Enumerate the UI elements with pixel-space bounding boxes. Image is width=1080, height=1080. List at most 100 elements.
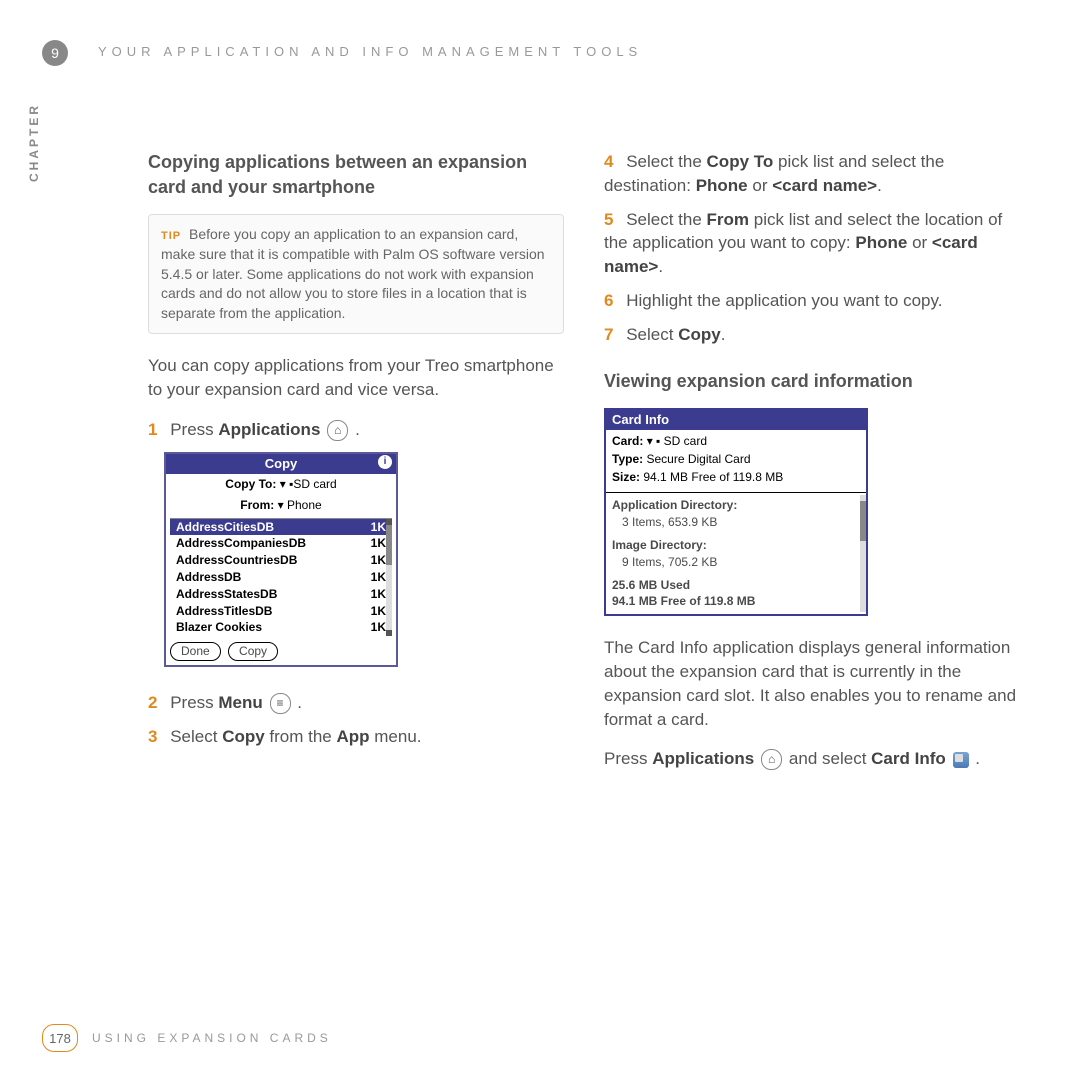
list-item[interactable]: AddressCitiesDB1K [170, 519, 392, 536]
type-value: Secure Digital Card [646, 452, 750, 466]
step-text: menu. [370, 727, 422, 746]
list-item[interactable]: AddressCountriesDB1K [170, 552, 392, 569]
copy-button[interactable]: Copy [228, 642, 278, 661]
step-text: . [658, 257, 663, 276]
step-text: Select the [626, 210, 706, 229]
step-3: 3 Select Copy from the App menu. [148, 725, 564, 749]
step-bold: Menu [218, 693, 262, 712]
card-info-directories: Application Directory: 3 Items, 653.9 KB… [606, 492, 866, 614]
chapter-title: YOUR APPLICATION AND INFO MANAGEMENT TOO… [98, 44, 642, 59]
card-info-dialog: Card Info Card: ▾ ▪ SD card Type: Secure… [604, 408, 868, 616]
step-text: Select the [626, 152, 706, 171]
type-label: Type: [612, 452, 643, 466]
copy-to-picklist[interactable]: ▾ ▪SD card [280, 477, 337, 491]
card-info-icon [953, 752, 969, 768]
step-4: 4 Select the Copy To pick list and selec… [604, 150, 1020, 198]
chapter-label: CHAPTER [27, 103, 41, 182]
step-text: Press [170, 693, 218, 712]
step-text: . [721, 325, 726, 344]
step-bold: Copy [222, 727, 265, 746]
step-bold: From [707, 210, 750, 229]
step-5: 5 Select the From pick list and select t… [604, 208, 1020, 279]
step-bold: Applications [652, 749, 754, 768]
step-bold: <card name> [772, 176, 877, 195]
step-bold: Applications [218, 420, 320, 439]
step-text: from the [265, 727, 337, 746]
dialog-title: Copy [265, 456, 298, 471]
chapter-number-badge: 9 [42, 40, 68, 66]
copy-to-label: Copy To: [225, 477, 276, 491]
step-6: 6 Highlight the application you want to … [604, 289, 1020, 313]
dialog-buttons: Done Copy [166, 638, 396, 665]
list-item[interactable]: Blazer Cookies1K [170, 619, 392, 636]
step-text: or [748, 176, 773, 195]
from-label: From: [240, 498, 274, 512]
page-footer: 178 USING EXPANSION CARDS [42, 1024, 332, 1052]
section-heading-copying: Copying applications between an expansio… [148, 150, 564, 200]
step-number: 7 [604, 325, 613, 344]
right-column: 4 Select the Copy To pick list and selec… [604, 150, 1020, 1020]
step-1: 1 Press Applications ⌂ . [148, 418, 564, 442]
copy-to-row: Copy To: ▾ ▪SD card [166, 474, 396, 495]
step-bold: Card Info [871, 749, 946, 768]
step-bold: Copy [678, 325, 721, 344]
scroll-down-icon[interactable] [386, 630, 392, 636]
step-text: . [877, 176, 882, 195]
tip-text: Before you copy an application to an exp… [161, 226, 545, 320]
size-value: 94.1 MB Free of 119.8 MB [643, 470, 783, 484]
card-value: SD card [664, 434, 707, 448]
list-item[interactable]: AddressCompaniesDB1K [170, 535, 392, 552]
tip-box: TIP Before you copy an application to an… [148, 214, 564, 334]
card-picklist[interactable]: ▾ ▪ SD card [647, 434, 707, 448]
list-item[interactable]: AddressTitlesDB1K [170, 603, 392, 620]
step-text: and select [789, 749, 871, 768]
step-number: 4 [604, 152, 613, 171]
app-list[interactable]: AddressCitiesDB1KAddressCompaniesDB1KAdd… [170, 518, 392, 637]
press-applications-line: Press Applications ⌂ and select Card Inf… [604, 747, 1020, 771]
step-bold: Copy To [707, 152, 774, 171]
scroll-thumb[interactable] [386, 525, 392, 565]
step-7: 7 Select Copy. [604, 323, 1020, 347]
copy-to-value: SD card [293, 477, 336, 491]
step-bold: Phone [855, 233, 907, 252]
dialog-title: Card Info [606, 410, 866, 430]
info-icon[interactable]: i [378, 455, 392, 469]
scrollbar[interactable] [860, 495, 866, 612]
imgdir-value: 9 Items, 705.2 KB [612, 554, 860, 571]
from-row: From: ▾ Phone [166, 495, 396, 516]
step-number: 1 [148, 420, 157, 439]
step-text: Press [170, 420, 218, 439]
scrollbar[interactable] [386, 519, 392, 637]
step-bold: App [337, 727, 370, 746]
tip-label: TIP [161, 230, 181, 242]
size-label: Size: [612, 470, 640, 484]
step-text: or [907, 233, 932, 252]
step-text: Press [604, 749, 652, 768]
done-button[interactable]: Done [170, 642, 221, 661]
list-item[interactable]: AddressStatesDB1K [170, 586, 392, 603]
step-text: . [350, 420, 359, 439]
step-number: 5 [604, 210, 613, 229]
step-text: Highlight the application you want to co… [626, 291, 942, 310]
step-number: 2 [148, 693, 157, 712]
appdir-label: Application Directory: [612, 498, 737, 512]
used-value: 25.6 MB Used [612, 578, 690, 592]
intro-paragraph: You can copy applications from your Treo… [148, 354, 564, 402]
step-text: . [293, 693, 302, 712]
step-2: 2 Press Menu ≡ . [148, 691, 564, 715]
step-number: 3 [148, 727, 157, 746]
step-text: Select [170, 727, 222, 746]
left-column: Copying applications between an expansio… [148, 150, 564, 1020]
step-text: . [971, 749, 980, 768]
free-value: 94.1 MB Free of 119.8 MB [612, 594, 755, 608]
imgdir-label: Image Directory: [612, 538, 707, 552]
from-picklist[interactable]: ▾ Phone [278, 498, 322, 512]
card-info-paragraph: The Card Info application displays gener… [604, 636, 1020, 731]
from-value: Phone [287, 498, 322, 512]
step-text: Select [626, 325, 678, 344]
home-icon: ⌂ [327, 420, 348, 441]
card-info-body: Card: ▾ ▪ SD card Type: Secure Digital C… [606, 430, 866, 488]
list-item[interactable]: AddressDB1K [170, 569, 392, 586]
scroll-thumb[interactable] [860, 501, 866, 541]
appdir-value: 3 Items, 653.9 KB [612, 514, 860, 531]
